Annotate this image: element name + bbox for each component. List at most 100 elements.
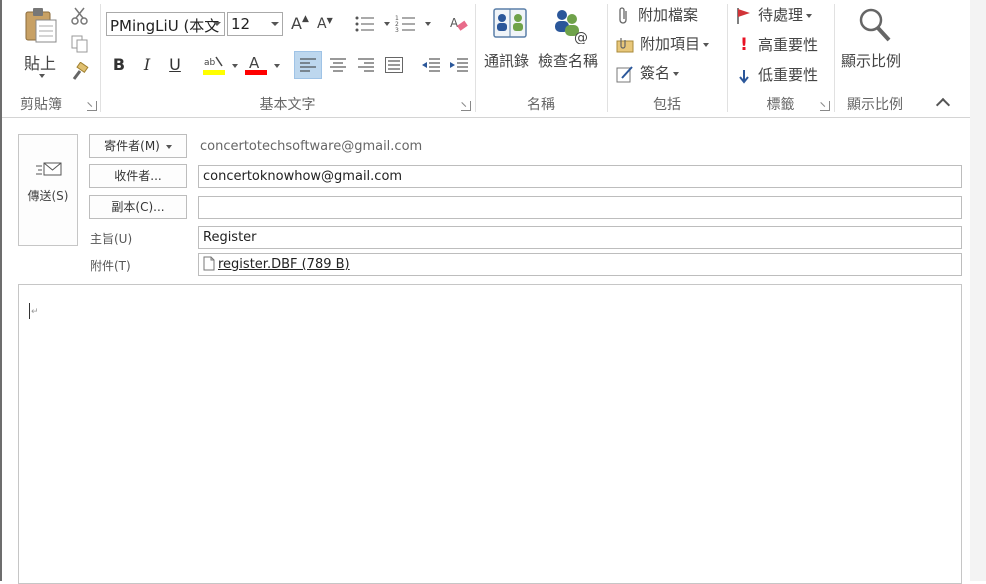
attach-file-button[interactable]: 附加檔案 [618,4,698,26]
svg-text:A: A [450,16,459,30]
underline-button[interactable]: U [163,53,187,77]
ribbon: 貼上 剪貼簿 PMingLiU (本文 12 A▲ A▼ 1 2 3 A B I… [2,0,970,118]
names-group-label: 名稱 [527,97,555,113]
signature-dropdown-arrow[interactable] [673,71,680,76]
include-group: 附加檔案 附加項目 簽名 包括 [608,0,726,117]
paperclip-icon [619,6,627,24]
low-importance-icon [739,69,749,84]
from-dropdown-arrow [165,144,172,149]
align-center-icon [330,58,346,72]
attachment-link[interactable]: register.DBF (789 B) [218,257,350,272]
to-field[interactable]: concertoknowhow@gmail.com [198,165,962,188]
clipboard-group: 貼上 剪貼簿 [2,0,100,117]
send-button[interactable]: 傳送(S) [18,134,78,246]
text-caret [29,303,30,319]
align-center-button[interactable] [326,53,350,77]
cc-button[interactable]: 副本(C)... [89,195,187,219]
paste-button[interactable]: 貼上 [18,4,60,84]
bold-button[interactable]: B [107,53,131,77]
copy-icon[interactable] [70,34,90,54]
high-importance-button[interactable]: ! 高重要性 [736,34,818,56]
justify-button[interactable] [382,53,406,77]
font-name-dropdown-arrow[interactable] [213,22,221,26]
cc-field[interactable] [198,196,962,219]
attachment-label: 附件(T) [90,259,131,273]
grow-font-button[interactable]: A▲ [291,14,309,33]
high-importance-label: 高重要性 [758,36,819,54]
decrease-indent-button[interactable] [419,53,443,77]
cut-icon[interactable] [70,6,90,26]
svg-text:3: 3 [395,27,399,34]
signature-icon [616,65,633,82]
names-group: 通訊錄 @ 檢查名稱 名稱 [476,0,606,117]
align-left-button[interactable] [294,51,322,79]
attach-item-dropdown-arrow[interactable] [703,42,710,47]
check-names-icon: @ [555,10,588,44]
tags-group-label: 標籤 [766,97,795,113]
svg-text:A: A [249,54,260,72]
from-address: concertotechsoftware@gmail.com [200,139,423,154]
italic-button[interactable]: I [135,53,159,77]
attach-item-button[interactable]: 附加項目 [616,33,710,55]
clear-formatting-icon[interactable]: A [449,14,469,34]
font-size-dropdown-arrow[interactable] [271,22,279,26]
justify-icon [385,57,403,73]
attachment-field[interactable]: register.DBF (789 B) [198,253,962,276]
address-book-button[interactable]: 通訊錄 [482,4,536,80]
send-label: 傳送(S) [27,189,69,203]
subject-field[interactable]: Register [198,226,962,249]
paste-icon [25,8,57,43]
paste-dropdown-arrow[interactable] [39,74,45,78]
basic-text-dialog-launcher[interactable] [461,101,471,111]
bullets-dropdown-arrow[interactable] [384,22,390,26]
font-size-value: 12 [231,15,251,33]
attach-item-icon [616,37,634,52]
numbering-icon[interactable]: 1 2 3 [395,14,417,34]
svg-text:ab: ab [204,58,216,68]
flag-icon [737,7,750,24]
message-form: 傳送(S) 寄件者(M) concertotechsoftware@gmail.… [2,118,970,584]
numbering-dropdown-arrow[interactable] [425,22,431,26]
follow-up-button[interactable]: 待處理 [736,4,813,26]
font-name-combo[interactable]: PMingLiU (本文 [106,12,225,36]
magnifier-icon [859,8,891,42]
from-button-label: 寄件者(M) [104,139,160,153]
bullets-icon[interactable] [354,14,376,34]
attach-item-label: 附加項目 [640,35,701,53]
shrink-font-button[interactable]: A▼ [317,16,333,32]
check-names-button[interactable]: @ 檢查名稱 [536,4,602,80]
tags-dialog-launcher[interactable] [820,101,830,111]
signature-button[interactable]: 簽名 [616,62,680,84]
basic-text-group-label: 基本文字 [259,97,316,113]
basic-text-group: PMingLiU (本文 12 A▲ A▼ 1 2 3 A B I U ab A… [101,0,474,117]
include-group-label: 包括 [653,97,681,113]
collapse-ribbon-icon[interactable] [935,97,951,113]
zoom-group-label: 顯示比例 [847,97,903,113]
font-color-icon[interactable]: A [244,54,268,76]
format-painter-icon[interactable] [70,62,90,82]
decrease-indent-icon [422,58,440,72]
svg-text:@: @ [574,30,588,44]
file-icon [203,256,215,271]
to-button[interactable]: 收件者... [89,164,187,188]
paste-label: 貼上 [24,54,57,73]
clipboard-dialog-launcher[interactable] [87,101,97,111]
highlight-dropdown-arrow[interactable] [232,64,238,68]
from-button[interactable]: 寄件者(M) [89,134,187,158]
font-color-dropdown-arrow[interactable] [274,64,280,68]
low-importance-button[interactable]: 低重要性 [736,64,818,86]
align-right-icon [358,58,374,72]
increase-indent-button[interactable] [447,53,471,77]
zoom-group: 顯示比例 顯示比例 [835,0,915,117]
address-book-icon [493,8,527,38]
align-right-button[interactable] [354,53,378,77]
font-size-combo[interactable]: 12 [227,12,283,36]
highlight-icon[interactable]: ab [202,54,226,76]
message-body[interactable]: ↵ [18,284,962,584]
zoom-button[interactable]: 顯示比例 [839,4,913,80]
attach-file-label: 附加檔案 [638,6,699,24]
send-icon [36,162,62,176]
check-names-label: 檢查名稱 [538,52,599,70]
follow-up-dropdown-arrow[interactable] [806,13,813,18]
font-name-value: PMingLiU (本文 [110,17,220,35]
